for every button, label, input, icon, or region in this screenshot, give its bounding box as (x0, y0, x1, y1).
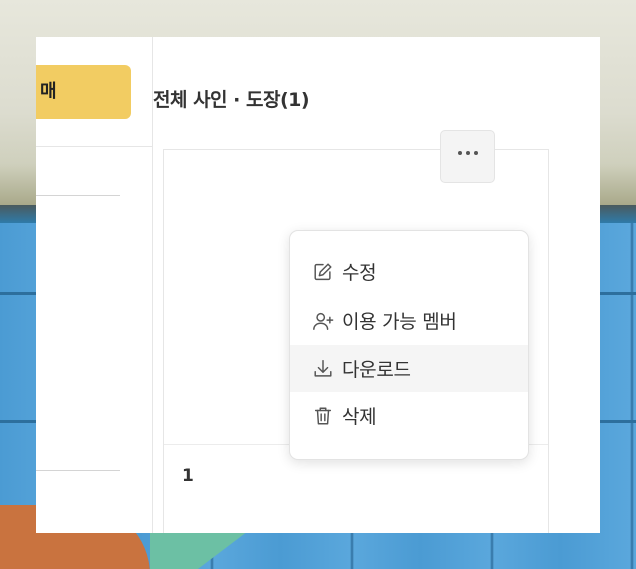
card-count: 1 (182, 466, 194, 486)
sidebar-divider (36, 146, 152, 147)
sidebar-divider (36, 195, 120, 196)
menu-item-members[interactable]: 이용 가능 멤버 (290, 297, 528, 344)
page-title: 전체 사인 · 도장(1) (153, 89, 310, 111)
menu-item-delete[interactable]: 삭제 (290, 392, 528, 439)
menu-item-label: 삭제 (342, 406, 377, 428)
download-icon (314, 359, 332, 377)
trash-icon (314, 406, 332, 425)
menu-item-label: 이용 가능 멤버 (342, 311, 457, 333)
menu-item-download[interactable]: 다운로드 (290, 345, 528, 392)
edit-icon (314, 262, 332, 280)
menu-item-edit[interactable]: 수정 (290, 248, 528, 295)
context-menu: 수정 이용 가능 멤버 다운로드 삭제 (289, 230, 529, 460)
more-horizontal-icon (441, 151, 494, 155)
primary-button[interactable]: 매 (36, 65, 131, 119)
user-plus-icon (313, 312, 334, 330)
sidebar: 매 (36, 37, 153, 533)
menu-item-label: 수정 (342, 262, 377, 284)
sidebar-divider (36, 470, 120, 471)
more-options-button[interactable] (440, 130, 495, 183)
menu-item-label: 다운로드 (342, 359, 411, 381)
